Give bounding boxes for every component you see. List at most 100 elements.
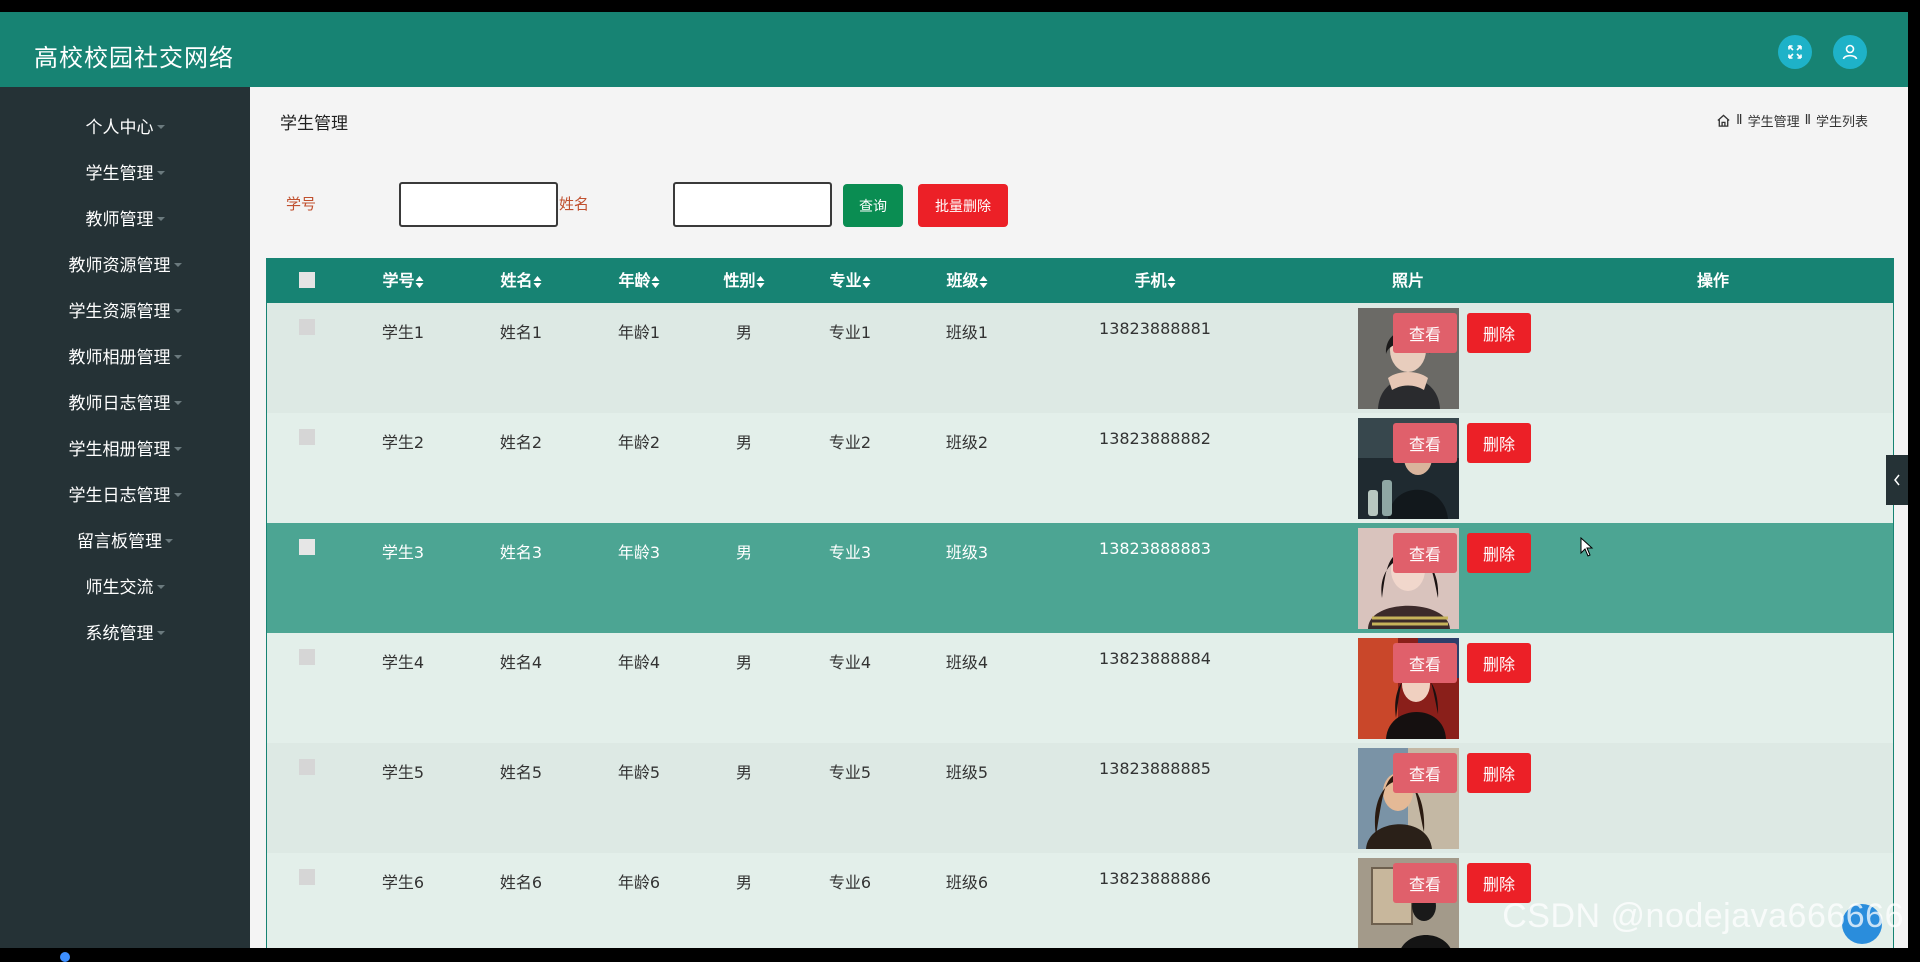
chevron-down-icon — [156, 631, 165, 635]
sidebar-item-teacher-management[interactable]: 教师管理 — [0, 197, 250, 237]
chevron-down-icon — [173, 263, 182, 267]
cell-gender: 男 — [735, 543, 753, 562]
sort-icon — [979, 275, 988, 288]
sidebar-item-system-management[interactable]: 系统管理 — [0, 611, 250, 651]
sidebar-item-teacher-student-exchange[interactable]: 师生交流 — [0, 565, 250, 605]
sidebar-item-teacher-logs[interactable]: 教师日志管理 — [0, 381, 250, 421]
column-header-label: 年龄 — [618, 271, 651, 290]
view-button[interactable]: 查看 — [1393, 753, 1457, 793]
user-button[interactable] — [1833, 35, 1867, 69]
cell-class: 班级4 — [945, 653, 989, 672]
cell-name: 姓名6 — [499, 873, 543, 892]
column-header-gender[interactable]: 性别 — [723, 258, 765, 303]
query-button[interactable]: 查询 — [843, 184, 903, 227]
sidebar-item-label: 师生交流 — [85, 577, 154, 598]
app-window: 高校校园社交网络 个人中心 学生管理 教师管理 教师资源管理 学生资源管理 教师… — [0, 12, 1908, 948]
cell-gender: 男 — [735, 433, 753, 452]
table-row[interactable]: 学生1 姓名1 年龄1 男 专业1 班级1 13823888881 查看 删除 — [267, 303, 1893, 413]
fullscreen-button[interactable] — [1778, 35, 1812, 69]
chevron-down-icon — [156, 217, 165, 221]
table-row[interactable]: 学生4 姓名4 年龄4 男 专业4 班级4 13823888884 查看 删除 — [267, 633, 1893, 743]
sort-icon — [1167, 275, 1176, 288]
column-header-name[interactable]: 姓名 — [500, 258, 542, 303]
taskbar-indicator — [60, 952, 70, 962]
cell-class: 班级5 — [945, 763, 989, 782]
home-icon[interactable] — [1716, 113, 1731, 128]
cell-phone: 13823888881 — [1099, 319, 1211, 338]
sidebar-item-message-board[interactable]: 留言板管理 — [0, 519, 250, 559]
cell-class: 班级6 — [945, 873, 989, 892]
view-button[interactable]: 查看 — [1393, 313, 1457, 353]
delete-button[interactable]: 删除 — [1467, 533, 1531, 573]
sidebar-item-label: 教师管理 — [85, 209, 154, 230]
column-header-actions: 操作 — [1696, 271, 1730, 290]
delete-button[interactable]: 删除 — [1467, 643, 1531, 683]
column-header-phone[interactable]: 手机 — [1134, 258, 1176, 303]
cell-gender: 男 — [735, 323, 753, 342]
delete-button[interactable]: 删除 — [1467, 313, 1531, 353]
cell-major: 专业6 — [828, 873, 872, 892]
cell-major: 专业2 — [828, 433, 872, 452]
cell-phone: 13823888886 — [1099, 869, 1211, 888]
view-button[interactable]: 查看 — [1393, 863, 1457, 903]
row-checkbox[interactable] — [299, 429, 315, 445]
sidebar-item-student-resources[interactable]: 学生资源管理 — [0, 289, 250, 329]
chevron-down-icon — [173, 447, 182, 451]
table-header: 学号 姓名 年龄 性别 专业 班级 手机 照片 操作 — [267, 258, 1893, 303]
page-title: 学生管理 — [280, 114, 348, 134]
sidebar: 个人中心 学生管理 教师管理 教师资源管理 学生资源管理 教师相册管理 教师日志… — [0, 87, 250, 948]
sidebar-item-student-albums[interactable]: 学生相册管理 — [0, 427, 250, 467]
row-checkbox[interactable] — [299, 319, 315, 335]
row-checkbox[interactable] — [299, 759, 315, 775]
delete-button[interactable]: 删除 — [1467, 753, 1531, 793]
column-header-age[interactable]: 年龄 — [618, 258, 660, 303]
cell-student-id: 学生3 — [381, 543, 425, 562]
row-checkbox[interactable] — [299, 649, 315, 665]
sidebar-item-student-management[interactable]: 学生管理 — [0, 151, 250, 191]
top-header: 高校校园社交网络 — [0, 12, 1908, 87]
sort-icon — [862, 275, 871, 288]
select-all-checkbox[interactable] — [299, 272, 315, 288]
cell-age: 年龄4 — [617, 653, 661, 672]
name-label: 姓名 — [559, 195, 590, 213]
sidebar-item-label: 学生资源管理 — [68, 301, 171, 322]
chevron-down-icon — [173, 309, 182, 313]
sidebar-item-teacher-albums[interactable]: 教师相册管理 — [0, 335, 250, 375]
sort-icon — [651, 275, 660, 288]
sidebar-item-student-logs[interactable]: 学生日志管理 — [0, 473, 250, 513]
sort-icon — [533, 275, 542, 288]
sidebar-item-personal-center[interactable]: 个人中心 — [0, 105, 250, 145]
column-header-major[interactable]: 专业 — [829, 258, 871, 303]
cell-age: 年龄5 — [617, 763, 661, 782]
cell-student-id: 学生5 — [381, 763, 425, 782]
view-button[interactable]: 查看 — [1393, 533, 1457, 573]
student-id-input[interactable] — [399, 182, 558, 227]
batch-delete-button[interactable]: 批量删除 — [918, 184, 1008, 227]
collapse-handle[interactable] — [1886, 455, 1908, 505]
sidebar-item-teacher-resources[interactable]: 教师资源管理 — [0, 243, 250, 283]
column-header-class[interactable]: 班级 — [946, 258, 988, 303]
breadcrumb: Ⅱ 学生管理 Ⅱ 学生列表 — [1716, 111, 1868, 130]
table-row[interactable]: 学生2 姓名2 年龄2 男 专业2 班级2 13823888882 查看 删除 — [267, 413, 1893, 523]
cell-phone: 13823888884 — [1099, 649, 1211, 668]
column-header-student-id[interactable]: 学号 — [382, 258, 424, 303]
breadcrumb-section[interactable]: 学生管理 — [1748, 111, 1800, 130]
column-header-label: 性别 — [723, 271, 756, 290]
column-header-label: 姓名 — [500, 271, 533, 290]
view-button[interactable]: 查看 — [1393, 643, 1457, 683]
sidebar-item-label: 教师日志管理 — [68, 393, 171, 414]
view-button[interactable]: 查看 — [1393, 423, 1457, 463]
sidebar-item-label: 留言板管理 — [77, 531, 162, 552]
table-row[interactable]: 学生5 姓名5 年龄5 男 专业5 班级5 13823888885 查看 删除 — [267, 743, 1893, 853]
breadcrumb-current: 学生列表 — [1815, 115, 1868, 130]
cell-name: 姓名4 — [499, 653, 543, 672]
delete-button[interactable]: 删除 — [1467, 423, 1531, 463]
sidebar-item-label: 系统管理 — [85, 623, 154, 644]
cell-phone: 13823888882 — [1099, 429, 1211, 448]
row-checkbox[interactable] — [299, 869, 315, 885]
row-checkbox[interactable] — [299, 539, 315, 555]
column-header-label: 班级 — [946, 271, 979, 290]
name-input[interactable] — [673, 182, 832, 227]
table-row[interactable]: 学生3 姓名3 年龄3 男 专业3 班级3 13823888883 查看 删除 — [267, 523, 1893, 633]
watermark: CSDN @nodejava666666 — [1502, 897, 1904, 935]
